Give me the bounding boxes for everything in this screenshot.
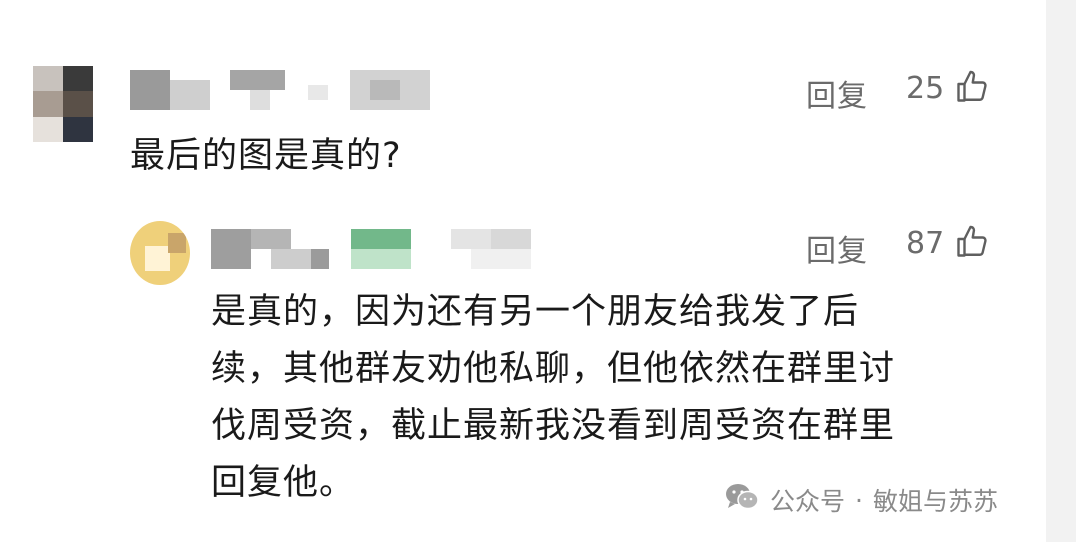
comment-line: 续，其他群友劝他私聊，但他依然在群里讨 [211, 349, 896, 389]
wechat-icon [724, 482, 760, 518]
thumbs-up-icon[interactable] [954, 69, 990, 109]
avatar[interactable] [130, 221, 190, 285]
watermark: 公众号 · 敏姐与苏苏 [724, 480, 998, 520]
watermark-source: 公众号 [770, 487, 846, 516]
comment-line: 是真的，因为还有另一个朋友给我发了后 [211, 292, 860, 332]
thumbs-up-icon[interactable] [954, 224, 990, 264]
comment-line: 伐周受资，截止最新我没看到周受资在群里 [211, 406, 896, 446]
comment-text: 最后的图是真的? [130, 136, 402, 176]
like-count: 87 [906, 226, 945, 261]
like-count: 25 [906, 71, 945, 106]
reply-button[interactable]: 回复 [806, 71, 868, 115]
watermark-account: 敏姐与苏苏 [872, 487, 998, 516]
comment-text: 是真的，因为还有另一个朋友给我发了后 续，其他群友劝他私聊，但他依然在群里讨 伐… [211, 284, 991, 512]
avatar[interactable] [33, 66, 93, 142]
right-edge-strip [1046, 0, 1076, 542]
watermark-separator: · [855, 485, 863, 515]
reply-button[interactable]: 回复 [806, 226, 868, 270]
